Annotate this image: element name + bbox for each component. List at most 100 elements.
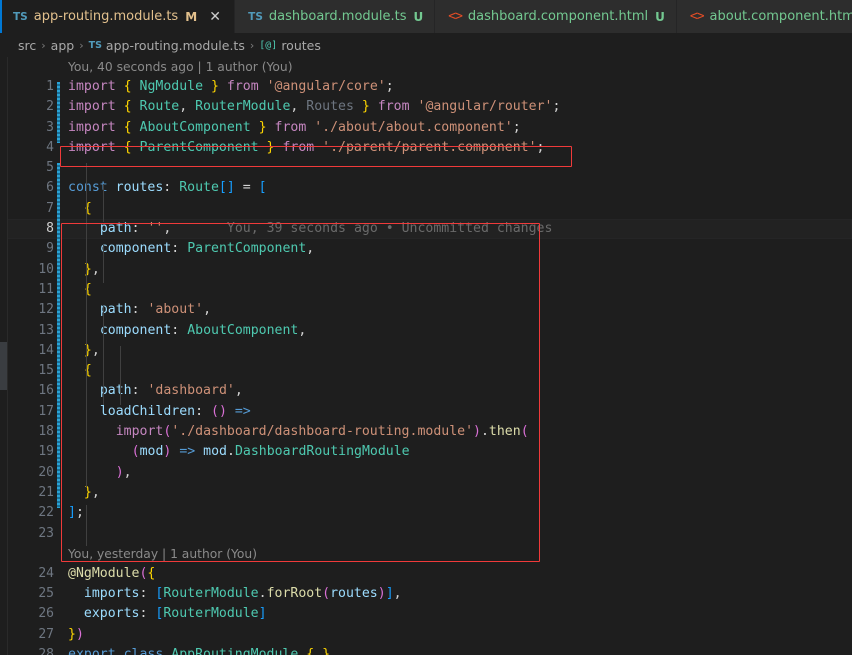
code-line-18[interactable]: 18 import('./dashboard/dashboard-routing… — [0, 422, 852, 442]
git-blame-annotation-top: You, 40 seconds ago | 1 author (You) — [0, 57, 852, 77]
tab-label: app-routing.module.ts — [34, 9, 178, 24]
line-text: }, — [0, 483, 852, 503]
indent-guide — [103, 245, 104, 283]
line-number: 27 — [0, 625, 54, 645]
line-number: 10 — [0, 260, 54, 280]
code-line-4[interactable]: 4import { ParentComponent } from './pare… — [0, 138, 852, 158]
typescript-file-icon: TS — [13, 11, 28, 23]
html-file-icon: <> — [448, 9, 462, 24]
typescript-file-icon: TS — [89, 40, 102, 51]
line-number: 13 — [0, 321, 54, 341]
breadcrumb-item-app[interactable]: app — [51, 38, 75, 53]
code-line-25[interactable]: 25 imports: [RouterModule.forRoot(routes… — [0, 584, 852, 604]
code-line-20[interactable]: 20 ), — [0, 463, 852, 483]
close-icon[interactable]: ✕ — [207, 10, 223, 24]
code-line-27[interactable]: 27}) — [0, 625, 852, 645]
indent-guide — [103, 184, 104, 222]
code-line-6[interactable]: 6const routes: Route[] = [ — [0, 178, 852, 198]
line-text: imports: [RouterModule.forRoot(routes)], — [0, 584, 852, 604]
line-number: 24 — [0, 564, 54, 584]
breadcrumb-label: src — [18, 38, 36, 53]
panel-divider — [7, 33, 8, 655]
tab-label: dashboard.component.html — [468, 9, 648, 24]
line-text: component: AboutComponent, — [0, 321, 852, 341]
breadcrumb: src › app › TS app-routing.module.ts › [… — [0, 33, 852, 57]
code-line-14[interactable]: 14 }, — [0, 341, 852, 361]
git-change-gutter-lines-2-4 — [57, 82, 60, 143]
line-text: import('./dashboard/dashboard-routing.mo… — [0, 422, 852, 442]
line-number: 12 — [0, 300, 54, 320]
line-number: 4 — [0, 138, 54, 158]
tab-about-component-html[interactable]: <> about.component.html U — [677, 0, 852, 33]
code-content[interactable]: You, 40 seconds ago | 1 author (You)1imp… — [0, 57, 852, 655]
breadcrumb-label: app — [51, 38, 75, 53]
indent-guide — [86, 505, 87, 546]
breadcrumb-item-src[interactable]: src — [18, 38, 36, 53]
code-line-15[interactable]: 15 { — [0, 361, 852, 381]
git-status-badge-untracked: U — [655, 10, 665, 24]
git-blame-annotation-bottom: You, yesterday | 1 author (You) — [0, 544, 852, 564]
code-line-19[interactable]: 19 (mod) => mod.DashboardRoutingModule — [0, 442, 852, 462]
code-line-3[interactable]: 3import { AboutComponent } from './about… — [0, 118, 852, 138]
breadcrumb-label: app-routing.module.ts — [106, 38, 245, 53]
code-editor[interactable]: You, 40 seconds ago | 1 author (You)1imp… — [0, 57, 852, 655]
line-text: path: 'dashboard', — [0, 381, 852, 401]
line-text: ), — [0, 463, 852, 483]
blame-text: You, yesterday | 1 author (You) — [0, 547, 257, 561]
code-line-2[interactable]: 2import { Route, RouterModule, Routes } … — [0, 97, 852, 117]
breadcrumb-item-symbol-routes[interactable]: [@] routes — [259, 38, 321, 53]
line-number: 18 — [0, 422, 54, 442]
html-file-icon: <> — [690, 9, 704, 24]
line-number: 25 — [0, 584, 54, 604]
breadcrumb-item-file[interactable]: TS app-routing.module.ts — [89, 38, 245, 53]
line-text: import { NgModule } from '@angular/core'… — [0, 77, 852, 97]
line-number: 3 — [0, 118, 54, 138]
line-text: { — [0, 361, 852, 381]
code-line-11[interactable]: 11 { — [0, 280, 852, 300]
inline-blame-annotation: You, 39 seconds ago • Uncommitted change… — [171, 221, 552, 236]
line-text: path: 'about', — [0, 300, 852, 320]
git-status-badge-untracked: U — [414, 10, 424, 24]
code-line-28[interactable]: 28export class AppRoutingModule { } — [0, 645, 852, 655]
code-line-21[interactable]: 21 }, — [0, 483, 852, 503]
code-line-24[interactable]: 24@NgModule({ — [0, 564, 852, 584]
line-text: }, — [0, 341, 852, 361]
code-line-12[interactable]: 12 path: 'about', — [0, 300, 852, 320]
line-text: @NgModule({ — [0, 564, 852, 584]
line-text: { — [0, 199, 852, 219]
line-number: 22 — [0, 503, 54, 523]
code-line-17[interactable]: 17 loadChildren: () => — [0, 402, 852, 422]
line-number: 16 — [0, 381, 54, 401]
chevron-right-icon: › — [248, 39, 256, 52]
code-line-16[interactable]: 16 path: 'dashboard', — [0, 381, 852, 401]
code-line-1[interactable]: 1import { NgModule } from '@angular/core… — [0, 77, 852, 97]
git-status-badge-modified: M — [185, 10, 197, 24]
vscode-window: TS app-routing.module.ts M ✕ TS dashboar… — [0, 0, 852, 655]
code-line-7[interactable]: 7 { — [0, 199, 852, 219]
line-number: 6 — [0, 178, 54, 198]
code-line-5[interactable]: 5 — [0, 158, 852, 178]
code-line-10[interactable]: 10 }, — [0, 260, 852, 280]
code-line-23[interactable]: 23 — [0, 524, 852, 544]
line-number: 8 — [0, 219, 54, 239]
code-line-26[interactable]: 26 exports: [RouterModule] — [0, 604, 852, 624]
tab-dashboard-component-html[interactable]: <> dashboard.component.html U — [435, 0, 677, 33]
line-number: 20 — [0, 463, 54, 483]
line-number: 21 — [0, 483, 54, 503]
tab-app-routing-module-ts[interactable]: TS app-routing.module.ts M ✕ — [0, 0, 235, 33]
code-line-8[interactable]: 8 path: '', You, 39 seconds ago • Uncomm… — [0, 219, 852, 239]
indent-guide — [103, 306, 104, 405]
line-number: 2 — [0, 97, 54, 117]
line-number: 23 — [0, 524, 54, 544]
tab-dashboard-module-ts[interactable]: TS dashboard.module.ts U — [235, 0, 435, 33]
indent-guide — [120, 346, 121, 405]
code-line-13[interactable]: 13 component: AboutComponent, — [0, 321, 852, 341]
line-number: 9 — [0, 239, 54, 259]
code-line-9[interactable]: 9 component: ParentComponent, — [0, 239, 852, 259]
typescript-file-icon: TS — [248, 11, 263, 23]
line-number: 11 — [0, 280, 54, 300]
code-line-22[interactable]: 22]; — [0, 503, 852, 523]
line-text: { — [0, 280, 852, 300]
variable-symbol-icon: [@] — [259, 40, 277, 51]
line-number: 14 — [0, 341, 54, 361]
